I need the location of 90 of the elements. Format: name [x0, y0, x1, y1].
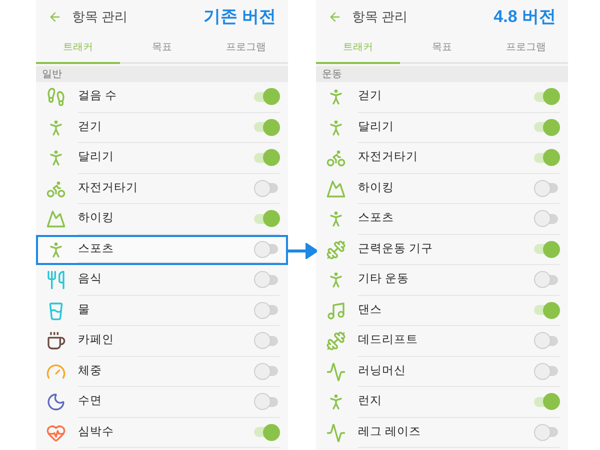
list-row[interactable]: 런지 — [316, 387, 568, 418]
toggle-switch[interactable] — [534, 301, 560, 320]
item-label: 달리기 — [358, 120, 394, 135]
dancing-icon — [326, 300, 346, 321]
dumbbell-icon — [326, 240, 346, 260]
toggle-switch[interactable] — [534, 118, 560, 136]
toggle-switch[interactable] — [534, 179, 560, 198]
toggle-switch[interactable] — [534, 240, 560, 258]
list-row[interactable]: 하이킹 — [316, 174, 568, 204]
item-label: 카페인 — [78, 333, 114, 348]
list-row[interactable]: 체중 — [36, 356, 288, 387]
list-row[interactable]: 심박수 — [36, 418, 288, 448]
toggle-switch[interactable] — [534, 270, 560, 289]
toggle-switch[interactable] — [254, 301, 280, 320]
list-row[interactable]: 걸음 수 — [36, 82, 288, 112]
version-label: 4.8 버전 — [494, 6, 556, 28]
item-label: 음식 — [78, 272, 102, 288]
item-label: 달리기 — [78, 150, 114, 166]
list-row[interactable]: 물 — [36, 296, 288, 326]
list-row[interactable]: 데드리프트 — [316, 326, 568, 356]
item-label: 하이킹 — [358, 180, 394, 196]
back-icon[interactable] — [48, 10, 62, 24]
screen-title: 항목 관리 — [72, 8, 128, 26]
section-header: 일반 — [42, 68, 62, 82]
item-label: 기타 운동 — [358, 272, 410, 288]
item-label: 스포츠 — [358, 211, 394, 226]
item-label: 걷기 — [78, 120, 102, 135]
item-label: 스포츠 — [78, 242, 114, 257]
list-row[interactable]: 러닝머신 — [316, 356, 568, 387]
toggle-switch[interactable] — [254, 270, 280, 289]
toggle-switch[interactable] — [254, 148, 280, 167]
list-row[interactable]: 레그 레이즈 — [316, 418, 568, 448]
list-row[interactable]: 달리기 — [316, 112, 568, 143]
item-label: 댄스 — [358, 302, 382, 318]
toggle-switch[interactable] — [254, 88, 280, 106]
toggle-switch[interactable] — [534, 88, 560, 106]
highlighted-row[interactable]: 스포츠 — [36, 234, 288, 265]
heart-pulse-icon — [46, 422, 66, 443]
item-label: 근력운동 기구 — [358, 242, 434, 257]
toggle-switch[interactable] — [254, 362, 280, 380]
item-label: 자전거타기 — [78, 180, 138, 196]
list-row[interactable]: 걷기 — [316, 82, 568, 112]
section-header: 운동 — [322, 68, 342, 82]
toggle-switch[interactable] — [534, 210, 560, 228]
item-label: 걸음 수 — [78, 89, 118, 104]
list-row[interactable]: 음식 — [36, 265, 288, 296]
list-row[interactable]: 달리기 — [36, 143, 288, 174]
bicycle-icon — [326, 148, 346, 168]
list-row[interactable]: 자전거타기 — [316, 143, 568, 174]
toggle-switch[interactable] — [254, 392, 280, 411]
toggle-switch[interactable] — [534, 332, 560, 350]
toggle-switch[interactable] — [534, 148, 560, 167]
shoe-icon — [46, 87, 66, 108]
toggle-switch[interactable] — [254, 210, 280, 228]
item-label: 체중 — [78, 364, 102, 379]
toggle-switch[interactable] — [534, 423, 560, 442]
list-row[interactable]: 스포츠 — [316, 204, 568, 234]
list-row[interactable]: 댄스 — [316, 296, 568, 326]
list-row[interactable]: 수면 — [36, 387, 288, 418]
item-label: 수면 — [78, 394, 102, 410]
toggle-switch[interactable] — [254, 332, 280, 350]
toggle-switch[interactable] — [534, 362, 560, 380]
item-label: 레그 레이즈 — [358, 424, 422, 440]
version-label: 기존 버전 — [203, 6, 276, 28]
toggle-switch[interactable] — [254, 240, 280, 258]
toggle-switch[interactable] — [254, 423, 280, 442]
coffee-cup-icon — [46, 331, 66, 352]
toggle-switch[interactable] — [534, 392, 560, 411]
item-label: 심박수 — [78, 424, 114, 440]
item-label: 런지 — [358, 394, 382, 410]
toggle-switch[interactable] — [254, 179, 280, 198]
moon-icon — [46, 392, 66, 412]
screen-title: 항목 관리 — [352, 8, 408, 26]
list-row[interactable]: 걷기 — [36, 112, 288, 143]
list-row[interactable]: 근력운동 기구 — [316, 234, 568, 265]
deadlift-icon — [326, 331, 346, 352]
item-label: 데드리프트 — [358, 333, 418, 348]
list-row[interactable]: 자전거타기 — [36, 174, 288, 204]
bicycle-icon — [46, 178, 66, 199]
item-label: 하이킹 — [78, 211, 114, 226]
toggle-switch[interactable] — [254, 118, 280, 136]
item-label: 자전거타기 — [358, 150, 418, 166]
back-icon[interactable] — [328, 10, 342, 24]
item-label: 물 — [78, 302, 90, 318]
arrow-icon — [287, 243, 317, 259]
fork-knife-icon — [46, 270, 66, 290]
list-row[interactable]: 카페인 — [36, 326, 288, 356]
item-label: 러닝머신 — [358, 364, 406, 379]
list-row[interactable]: 기타 운동 — [316, 265, 568, 296]
item-label: 걷기 — [358, 89, 382, 104]
